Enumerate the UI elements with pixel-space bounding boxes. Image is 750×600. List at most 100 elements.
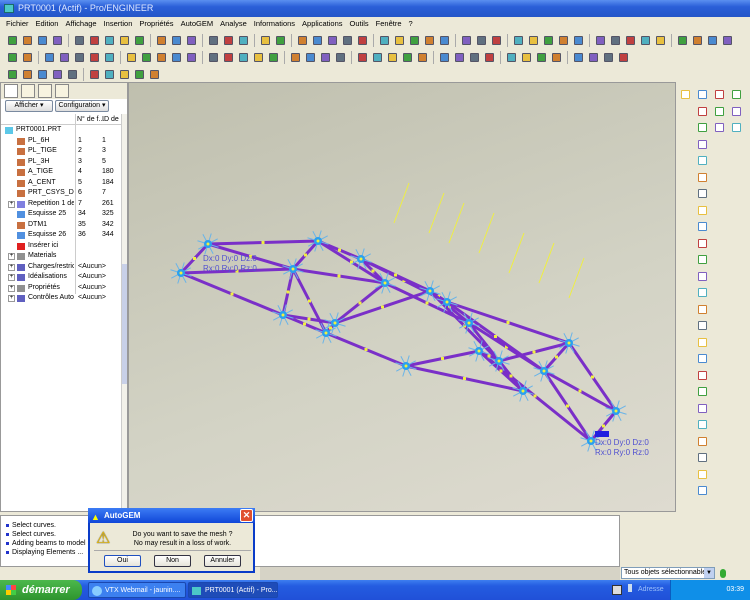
tree-item[interactable]: + Repetition 1 de 7 261 <box>1 199 121 210</box>
tree-scrollbar[interactable] <box>121 114 127 510</box>
toolbar-button[interactable] <box>371 51 384 64</box>
toolbar-button[interactable] <box>289 51 302 64</box>
toolbar-button[interactable] <box>222 34 235 47</box>
language-icon[interactable] <box>628 584 632 592</box>
toolbar-button[interactable] <box>356 34 369 47</box>
tree-item[interactable]: A_TIGE 4 180 <box>1 167 121 178</box>
toolbar-button[interactable] <box>118 68 131 81</box>
toolbar-button[interactable] <box>36 68 49 81</box>
tree-item[interactable]: + Contrôles AutoGEM <Aucun> <box>1 293 121 304</box>
toolbar-button[interactable] <box>88 51 101 64</box>
start-button[interactable]: démarrer <box>0 580 82 600</box>
toolbar-button[interactable] <box>676 34 689 47</box>
toolbar-button[interactable] <box>103 51 116 64</box>
toolbar-button[interactable] <box>453 51 466 64</box>
yes-button[interactable]: Oui <box>104 555 141 567</box>
toolbar-button[interactable] <box>401 51 414 64</box>
toolbar-button[interactable] <box>6 51 19 64</box>
tree-item[interactable]: Esquisse 26 36 344 <box>1 230 121 241</box>
toolbar-button[interactable] <box>572 34 585 47</box>
toolbar-button[interactable] <box>103 68 116 81</box>
toolbar-button[interactable] <box>460 34 473 47</box>
toolbar-button[interactable] <box>438 51 451 64</box>
toolbar-button[interactable] <box>185 51 198 64</box>
toolbar-button[interactable] <box>572 51 585 64</box>
toolbar-button[interactable] <box>550 51 563 64</box>
tab-connections[interactable] <box>55 84 69 98</box>
expand-icon[interactable]: + <box>8 200 15 208</box>
toolbar-button[interactable] <box>133 34 146 47</box>
toolbar-button[interactable] <box>468 51 481 64</box>
toolbar-button[interactable] <box>155 51 168 64</box>
toolbar-button[interactable] <box>341 34 354 47</box>
toolbar-button[interactable] <box>237 51 250 64</box>
menu-5[interactable]: AutoGEM <box>181 17 214 30</box>
tree-item[interactable]: A_CENT 5 184 <box>1 178 121 189</box>
toolbar-button[interactable] <box>490 34 503 47</box>
tree-item[interactable]: PRT0001.PRT <box>1 125 121 136</box>
column-feature-number[interactable]: N° de f... <box>77 114 104 125</box>
toolbar-button[interactable] <box>140 51 153 64</box>
toolbar-button[interactable] <box>483 51 496 64</box>
menu-3[interactable]: Insertion <box>104 17 133 30</box>
toolbar-button[interactable] <box>296 34 309 47</box>
toolbar-button[interactable] <box>36 34 49 47</box>
toolbar-button[interactable] <box>356 51 369 64</box>
toolbar-button[interactable] <box>207 34 220 47</box>
menu-8[interactable]: Applications <box>302 17 342 30</box>
toolbar-button[interactable] <box>88 34 101 47</box>
toolbar-button[interactable] <box>609 34 622 47</box>
tree-item[interactable]: PRT_CSYS_DEF 6 7 <box>1 188 121 199</box>
toolbar-button[interactable] <box>148 68 161 81</box>
toolbar-button[interactable] <box>51 68 64 81</box>
menu-10[interactable]: Fenêtre <box>376 17 402 30</box>
menu-7[interactable]: Informations <box>254 17 295 30</box>
toolbar-button[interactable] <box>185 34 198 47</box>
toolbar-button[interactable] <box>617 51 630 64</box>
toolbar-button[interactable] <box>326 34 339 47</box>
toolbar-button[interactable] <box>21 51 34 64</box>
toolbar-button[interactable] <box>222 51 235 64</box>
toolbar-button[interactable] <box>393 34 406 47</box>
tab-model-tree[interactable] <box>4 84 18 98</box>
toolbar-button[interactable] <box>691 34 704 47</box>
toolbar-button[interactable] <box>520 51 533 64</box>
tree-item[interactable]: + Idéalisations <Aucun> <box>1 272 121 283</box>
toolbar-button[interactable] <box>408 34 421 47</box>
toolbar-button[interactable] <box>58 51 71 64</box>
toolbar-button[interactable] <box>706 34 719 47</box>
toolbar-button[interactable] <box>654 34 667 47</box>
toolbar-button[interactable] <box>527 34 540 47</box>
toolbar-button[interactable] <box>237 34 250 47</box>
tree-item[interactable]: + Materials <box>1 251 121 262</box>
tab-favorites[interactable] <box>38 84 52 98</box>
menu-4[interactable]: Propriétés <box>139 17 173 30</box>
toolbar-button[interactable] <box>505 51 518 64</box>
column-id[interactable]: ID de <box>102 114 119 125</box>
toolbar-button[interactable] <box>535 51 548 64</box>
tree-item[interactable]: PL_TIGE 2 3 <box>1 146 121 157</box>
taskbar-item-proengineer[interactable]: PRT0001 (Actif) - Pro... <box>188 582 278 598</box>
toolbar-button[interactable] <box>43 51 56 64</box>
taskbar-item-webmail[interactable]: VTX Webmail - jaunin.... <box>88 582 186 598</box>
tab-folder-browser[interactable] <box>21 84 35 98</box>
tree-item[interactable]: Insérer ici <box>1 241 121 252</box>
toolbar-button[interactable] <box>155 34 168 47</box>
toolbar-button[interactable] <box>304 51 317 64</box>
toolbar-button[interactable] <box>386 51 399 64</box>
toolbar-button[interactable] <box>334 51 347 64</box>
toolbar-button[interactable] <box>21 34 34 47</box>
menu-0[interactable]: Fichier <box>6 17 29 30</box>
toolbar-button[interactable] <box>259 34 272 47</box>
toolbar-button[interactable] <box>170 34 183 47</box>
expand-icon[interactable]: + <box>8 295 15 302</box>
show-button[interactable]: Afficher ▾ <box>5 100 53 112</box>
toolbar-button[interactable] <box>721 34 734 47</box>
menu-2[interactable]: Affichage <box>65 17 96 30</box>
tree-item[interactable]: + Charges/restrictions <Aucun> <box>1 262 121 273</box>
menu-6[interactable]: Analyse <box>220 17 247 30</box>
expand-icon[interactable]: + <box>8 284 15 292</box>
toolbar-button[interactable] <box>73 51 86 64</box>
selection-filter-dropdown[interactable]: Tous objets sélectionnables ▼ <box>621 567 715 579</box>
toolbar-button[interactable] <box>207 51 220 64</box>
